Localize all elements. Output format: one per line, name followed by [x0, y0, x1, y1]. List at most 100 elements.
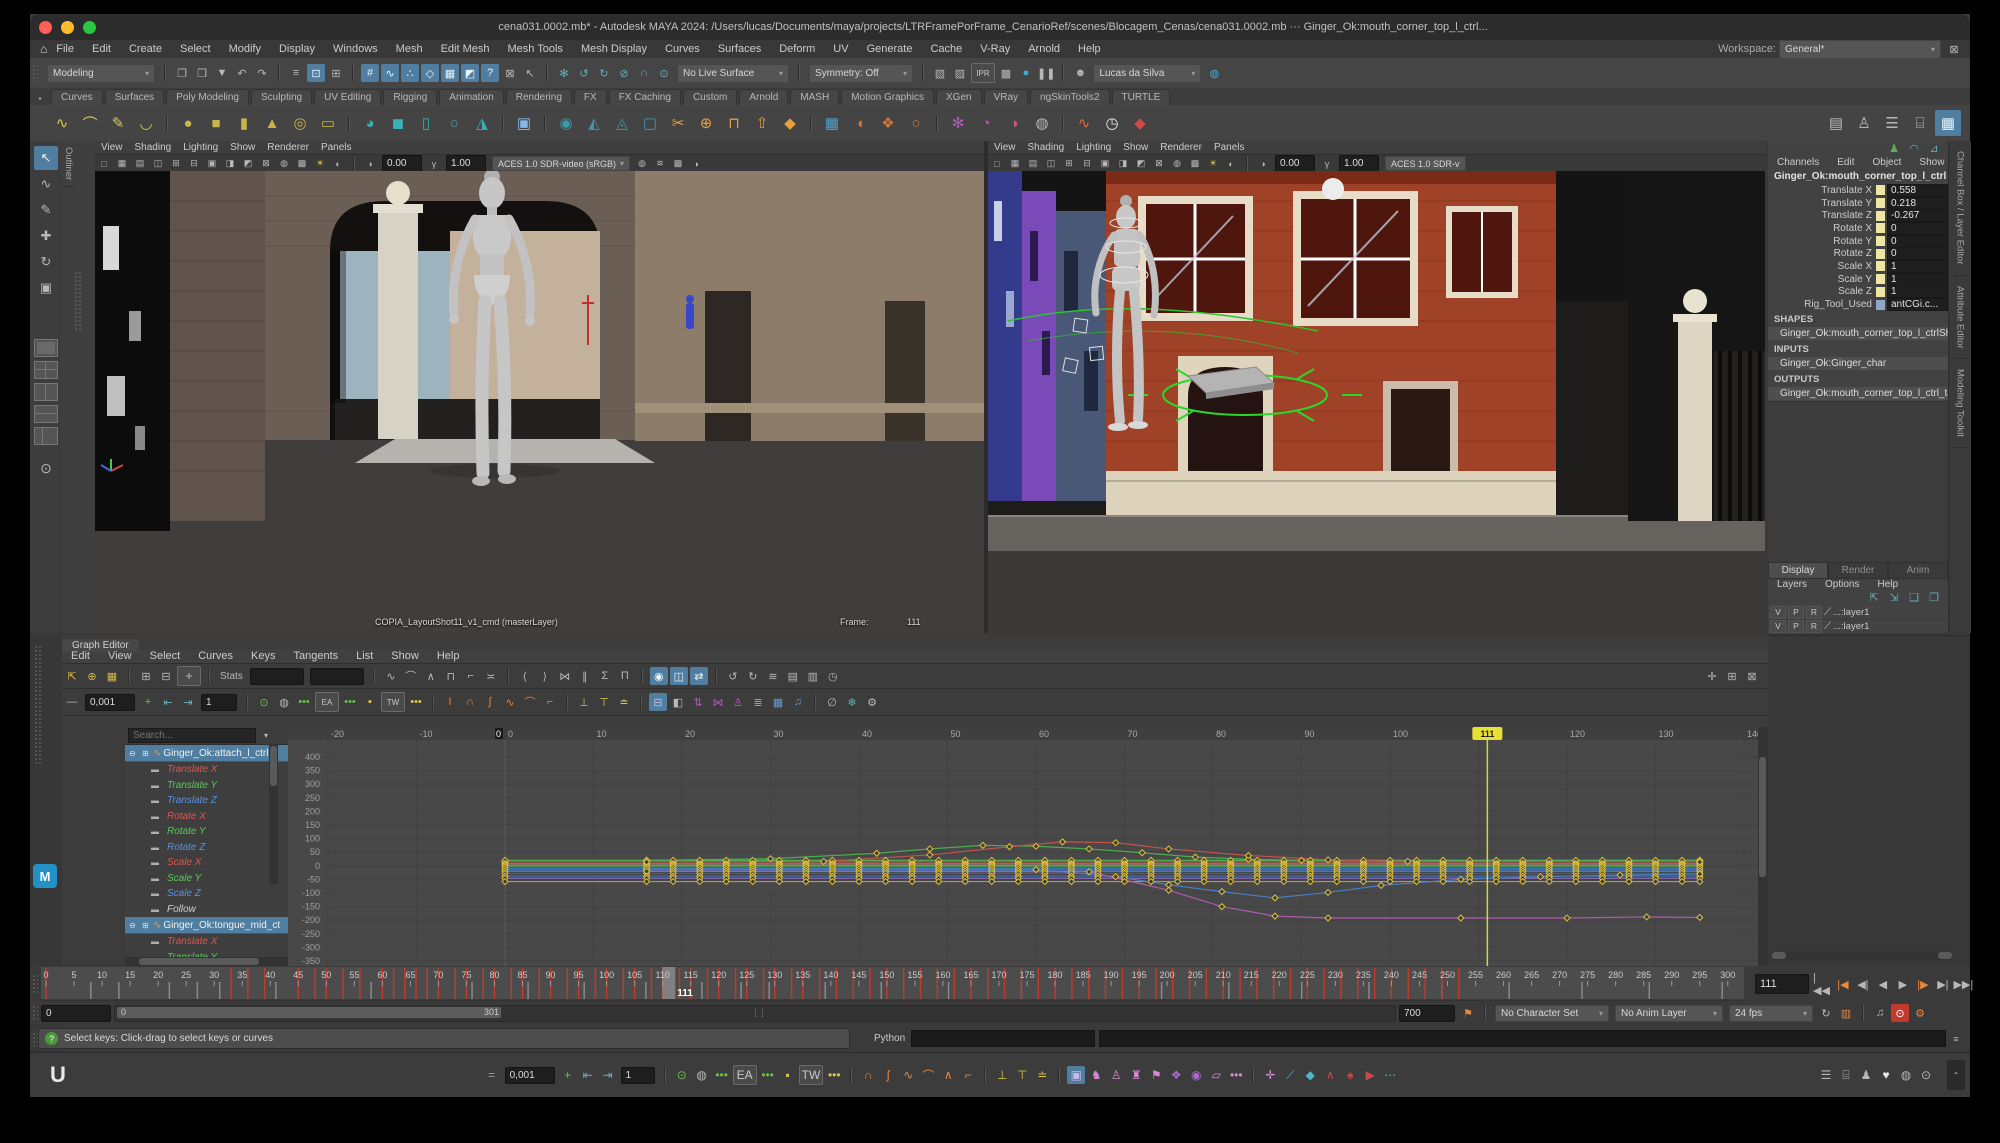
channel-value-field[interactable]: -0.267: [1887, 209, 1948, 222]
expand-icon[interactable]: ⊞: [140, 920, 151, 931]
layer-name[interactable]: ...:layer1: [1833, 621, 1869, 632]
highlight-selection-icon[interactable]: ↖: [521, 64, 539, 82]
play-forwards-icon[interactable]: ▶: [1894, 975, 1912, 993]
gate-mask-icon[interactable]: ⊞: [167, 157, 185, 170]
close-window-button[interactable]: [39, 21, 52, 34]
open-trax-icon[interactable]: ▥: [804, 667, 822, 685]
tangent-arch-icon[interactable]: ∩: [461, 693, 479, 711]
channel-row-scale-y[interactable]: Scale Y 1: [1768, 273, 1948, 286]
graph-channel-attr[interactable]: ▬ Scale X: [125, 855, 288, 871]
arc-tool-icon[interactable]: ◡: [133, 110, 159, 136]
isolate-select-icon[interactable]: ◩: [1132, 157, 1150, 170]
swap-buffer-icon[interactable]: ⇄: [690, 667, 708, 685]
workspace-attribute-toggle-icon[interactable]: ⌸: [1907, 110, 1933, 136]
settings-gear-icon[interactable]: ⚙: [863, 693, 881, 711]
menu-v-ray[interactable]: V-Ray: [971, 43, 1019, 55]
ncloth-icon[interactable]: ◍: [1029, 110, 1055, 136]
range-slider-bar[interactable]: 0 301: [117, 1007, 501, 1018]
save-scene-icon[interactable]: ▼: [213, 64, 231, 82]
render-sphere-icon[interactable]: ●: [1017, 64, 1035, 82]
layout-single-pane[interactable]: [34, 339, 58, 357]
vpl-menu-shading[interactable]: Shading: [129, 142, 178, 153]
shelf-tab-curves[interactable]: Curves: [51, 89, 103, 105]
trax-icon-icon[interactable]: ◠: [1905, 139, 1923, 157]
snap-help-icon[interactable]: ?: [481, 64, 499, 82]
workspace-outliner-toggle-icon[interactable]: ▤: [1823, 110, 1849, 136]
channel-row-rotate-y[interactable]: Rotate Y 0: [1768, 235, 1948, 248]
graph-icon-icon[interactable]: ⊿: [1925, 139, 1943, 157]
sculpt-project-icon[interactable]: ▣: [511, 110, 537, 136]
side-tab-attribute-editor[interactable]: Attribute Editor: [1953, 276, 1968, 360]
graph-channel-attr[interactable]: ▬ Translate Y: [125, 778, 288, 794]
ab-tangent-step-icon[interactable]: ⌐: [959, 1066, 977, 1084]
ab-tracer-icon[interactable]: ✛: [1261, 1066, 1279, 1084]
ab-dots-a-icon[interactable]: •••: [713, 1066, 731, 1084]
exposure-field[interactable]: 0.00: [382, 155, 422, 172]
animation-preferences-icon[interactable]: ⚙: [1911, 1004, 1929, 1022]
ab-select-tool-icon[interactable]: ▣: [1067, 1066, 1085, 1084]
break-tangents-icon[interactable]: ⋈: [556, 667, 574, 685]
power-toggle-icon[interactable]: ⊙: [255, 693, 273, 711]
menu-mesh[interactable]: Mesh: [387, 43, 432, 55]
channel-value-field[interactable]: 1: [1887, 260, 1948, 273]
shelf-tab-animation[interactable]: Animation: [439, 89, 503, 105]
layout-two-pane-stacked[interactable]: [34, 405, 58, 423]
shelf-tab-turtle[interactable]: TURTLE: [1112, 89, 1171, 105]
graph-menu-view[interactable]: View: [99, 650, 141, 662]
cv-curve-tool-icon[interactable]: ∿: [49, 110, 75, 136]
graph-channel-object[interactable]: ⊖ ⊞ ∿ Ginger_Ok:tongue_mid_ct: [125, 917, 288, 934]
curve-smoothness-icon[interactable]: ≋: [764, 667, 782, 685]
channel-menu-channels[interactable]: Channels: [1768, 157, 1828, 168]
channel-value-field[interactable]: 1: [1887, 285, 1948, 298]
shelf-tab-sculpting[interactable]: Sculpting: [251, 89, 312, 105]
step-back-frame-icon[interactable]: ◀|: [1854, 975, 1872, 993]
lock-selection-icon[interactable]: ⊠: [501, 64, 519, 82]
shadows-toggle-icon[interactable]: ◐: [1222, 157, 1240, 170]
workspace-dropdown[interactable]: General*▾: [1779, 40, 1941, 59]
toolbar-collapse-icon[interactable]: ⌃: [1947, 1060, 1965, 1090]
graph-menu-curves[interactable]: Curves: [189, 650, 242, 662]
poly-cylinder-icon[interactable]: ▯: [413, 110, 439, 136]
outliner-panel-collapsed[interactable]: Outliner: [62, 141, 96, 633]
vpl-menu-lighting[interactable]: Lighting: [177, 142, 224, 153]
safe-action-icon[interactable]: ▣: [1096, 157, 1114, 170]
layer-row[interactable]: V P R ⟋ ...:layer1: [1768, 620, 1948, 634]
shelf-tab-mash[interactable]: MASH: [790, 89, 839, 105]
ab-align-mid-icon[interactable]: ≐: [1033, 1066, 1051, 1084]
graph-channel-attr[interactable]: ▬ Rotate Y: [125, 824, 288, 840]
menu-mesh-display[interactable]: Mesh Display: [572, 43, 656, 55]
safe-title-icon[interactable]: ◨: [221, 157, 239, 170]
anim-layer-dropdown[interactable]: No Anim Layer▾: [1615, 1005, 1723, 1022]
live-surface-dd[interactable]: No Live Surface▾: [677, 64, 789, 83]
gamma-field[interactable]: 1.00: [1339, 155, 1379, 172]
wireframe-shaded-icon[interactable]: ◍: [1168, 157, 1186, 170]
wireframe-shaded-icon[interactable]: ◍: [275, 157, 293, 170]
step-tangent-icon[interactable]: ⌐: [462, 667, 480, 685]
graph-channel-attr[interactable]: ▬ Scale Z: [125, 886, 288, 902]
command-input[interactable]: [911, 1030, 1095, 1047]
bevel-icon[interactable]: ◆: [777, 110, 803, 136]
vpr-menu-panels[interactable]: Panels: [1208, 142, 1251, 153]
menu-curves[interactable]: Curves: [656, 43, 709, 55]
color-sets-icon[interactable]: ◔: [973, 110, 999, 136]
layer-tab-display[interactable]: Display: [1768, 562, 1828, 579]
graph-list-vscroll[interactable]: [269, 744, 278, 884]
snap-curve-icon[interactable]: ∿: [381, 64, 399, 82]
safe-action-icon[interactable]: ▣: [203, 157, 221, 170]
tangent-wave-icon[interactable]: ∿: [501, 693, 519, 711]
flat-tangent-icon[interactable]: ⊓: [442, 667, 460, 685]
ab-pose-lib-icon[interactable]: ♜: [1127, 1066, 1145, 1084]
graph-channel-object[interactable]: ⊖ ⊞ ∿ Ginger_Ok:attach_l_ctrl: [125, 745, 288, 762]
free-tangent-weight-icon[interactable]: Σ: [596, 667, 614, 685]
shelf-tab-fx-caching[interactable]: FX Caching: [609, 89, 681, 105]
rotate-tool-icon[interactable]: ↻: [34, 250, 58, 274]
channel-value-field[interactable]: 1: [1887, 273, 1948, 286]
workspace-panel-toggle-icon[interactable]: ▦: [1935, 110, 1961, 136]
poly-cube-icon[interactable]: ◼: [385, 110, 411, 136]
layer-tab-anim[interactable]: Anim: [1888, 562, 1948, 579]
channel-object-name[interactable]: Ginger_Ok:mouth_corner_top_l_ctrl . . .: [1768, 169, 1948, 184]
poly-platonic-icon[interactable]: ◮: [469, 110, 495, 136]
default-in-tangent-icon[interactable]: ⟨: [516, 667, 534, 685]
pencil-curve-tool-icon[interactable]: ✎: [105, 110, 131, 136]
spline-tangent-icon[interactable]: ∿: [382, 667, 400, 685]
